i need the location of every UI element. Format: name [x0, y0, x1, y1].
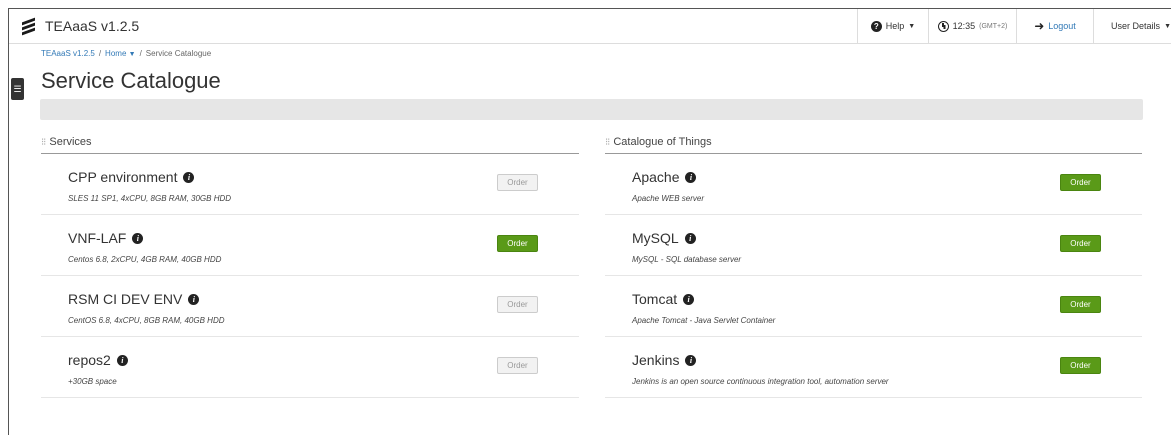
- item-title: RSM CI DEV ENV: [68, 291, 183, 307]
- help-icon: ?: [870, 20, 882, 32]
- info-icon[interactable]: i: [116, 354, 128, 366]
- item-name: VNF-LAF i: [68, 230, 144, 246]
- clock-display: 12:35 (GMT+2): [928, 9, 1016, 43]
- order-button[interactable]: Order: [497, 296, 538, 313]
- item-name: RSM CI DEV ENV i: [68, 291, 200, 307]
- order-button[interactable]: Order: [1060, 235, 1101, 252]
- panel-title: Catalogue of Things: [613, 136, 712, 148]
- item-description: SLES 11 SP1, 4xCPU, 8GB RAM, 30GB HDD: [68, 194, 232, 203]
- order-button[interactable]: Order: [1060, 296, 1101, 313]
- grip-icon[interactable]: ⁝⁝: [605, 137, 610, 148]
- logo-icon: [22, 17, 35, 35]
- help-menu[interactable]: ? Help ▼: [857, 9, 928, 43]
- item-name: Jenkins i: [632, 352, 697, 368]
- logout-label: Logout: [1048, 21, 1076, 31]
- breadcrumb-root[interactable]: TEAaaS v1.2.5: [41, 49, 95, 58]
- item-description: Apache WEB server: [632, 194, 705, 203]
- list-item: RSM CI DEV ENV i CentOS 6.8, 4xCPU, 8GB R…: [41, 276, 579, 337]
- brand[interactable]: TEAaaS v1.2.5: [22, 9, 139, 43]
- user-details-menu[interactable]: User Details ▼: [1093, 9, 1171, 43]
- item-title: VNF-LAF: [68, 230, 127, 246]
- list-item: Jenkins i Jenkins is an open source conti…: [605, 337, 1142, 398]
- top-navbar: TEAaaS v1.2.5 ? Help ▼ 12:35 (GMT+2) ➜ L…: [9, 9, 1171, 44]
- chevron-down-icon: ▼: [908, 22, 916, 30]
- list-item: Tomcat i Apache Tomcat - Java Servlet Con…: [605, 276, 1142, 337]
- breadcrumb-home[interactable]: Home ▼: [105, 49, 136, 58]
- info-icon[interactable]: i: [685, 171, 697, 183]
- clock-icon: [937, 20, 949, 32]
- breadcrumb-separator: /: [139, 49, 142, 58]
- page-title: Service Catalogue: [41, 68, 221, 93]
- item-name: Tomcat i: [632, 291, 695, 307]
- item-description: MySQL - SQL database server: [632, 255, 742, 264]
- info-icon[interactable]: i: [132, 232, 144, 244]
- panel-title: Services: [49, 136, 92, 148]
- item-title: Jenkins: [632, 352, 680, 368]
- item-description: Apache Tomcat - Java Servlet Container: [632, 316, 776, 325]
- list-item: repos2 i +30GB space Order: [41, 337, 579, 398]
- order-button[interactable]: Order: [497, 357, 538, 374]
- info-icon[interactable]: i: [183, 171, 195, 183]
- breadcrumb: TEAaaS v1.2.5 / Home ▼ / Service Catalog…: [41, 49, 211, 58]
- info-icon[interactable]: i: [683, 293, 695, 305]
- item-name: repos2 i: [68, 352, 128, 368]
- toolbar-bar: [40, 99, 1143, 120]
- breadcrumb-home-label: Home: [105, 49, 127, 58]
- logout-icon: ➜: [1034, 19, 1045, 33]
- item-name: MySQL i: [632, 230, 696, 246]
- item-name: Apache i: [632, 169, 697, 185]
- item-description: +30GB space: [68, 377, 117, 386]
- logout-link[interactable]: ➜ Logout: [1016, 9, 1093, 43]
- item-title: repos2: [68, 352, 111, 368]
- item-description: CentOS 6.8, 4xCPU, 8GB RAM, 40GB HDD: [68, 316, 225, 325]
- chevron-down-icon: ▼: [128, 51, 136, 58]
- menu-toggle-icon[interactable]: ☰: [11, 78, 24, 100]
- list-item: Apache i Apache WEB server Order: [605, 154, 1142, 215]
- info-icon[interactable]: i: [188, 293, 200, 305]
- list-item: CPP environment i SLES 11 SP1, 4xCPU, 8GB…: [41, 154, 579, 215]
- clock-time: 12:35: [952, 21, 976, 31]
- catalogue-panel: ⁝⁝ Catalogue of Things Apache i Apache WE…: [605, 131, 1142, 398]
- user-details-label: User Details: [1111, 21, 1161, 31]
- order-button[interactable]: Order: [1060, 174, 1101, 191]
- order-button[interactable]: Order: [497, 235, 538, 252]
- item-title: Tomcat: [632, 291, 678, 307]
- item-name: CPP environment i: [68, 169, 195, 185]
- info-icon[interactable]: i: [685, 354, 697, 366]
- help-label: Help: [885, 21, 905, 31]
- order-button[interactable]: Order: [1060, 357, 1101, 374]
- item-title: Apache: [632, 169, 680, 185]
- list-item: VNF-LAF i Centos 6.8, 2xCPU, 4GB RAM, 40G…: [41, 215, 579, 276]
- breadcrumb-current: Service Catalogue: [145, 49, 212, 58]
- grip-icon[interactable]: ⁝⁝: [41, 137, 46, 148]
- item-description: Jenkins is an open source continuous int…: [632, 377, 889, 386]
- item-title: MySQL: [632, 230, 679, 246]
- app-title: TEAaaS v1.2.5: [45, 18, 140, 34]
- item-description: Centos 6.8, 2xCPU, 4GB RAM, 40GB HDD: [68, 255, 222, 264]
- item-title: CPP environment: [68, 169, 178, 185]
- panel-header: ⁝⁝ Catalogue of Things: [605, 131, 1142, 154]
- breadcrumb-separator: /: [98, 49, 102, 58]
- list-item: MySQL i MySQL - SQL database server Order: [605, 215, 1142, 276]
- services-panel: ⁝⁝ Services CPP environment i SLES 11 SP1…: [41, 131, 579, 398]
- clock-timezone: (GMT+2): [979, 22, 1008, 30]
- panel-header: ⁝⁝ Services: [41, 131, 579, 154]
- nav-right: ? Help ▼ 12:35 (GMT+2) ➜ Logout User Det…: [857, 9, 1171, 43]
- info-icon[interactable]: i: [684, 232, 696, 244]
- chevron-down-icon: ▼: [1164, 22, 1171, 30]
- order-button[interactable]: Order: [497, 174, 538, 191]
